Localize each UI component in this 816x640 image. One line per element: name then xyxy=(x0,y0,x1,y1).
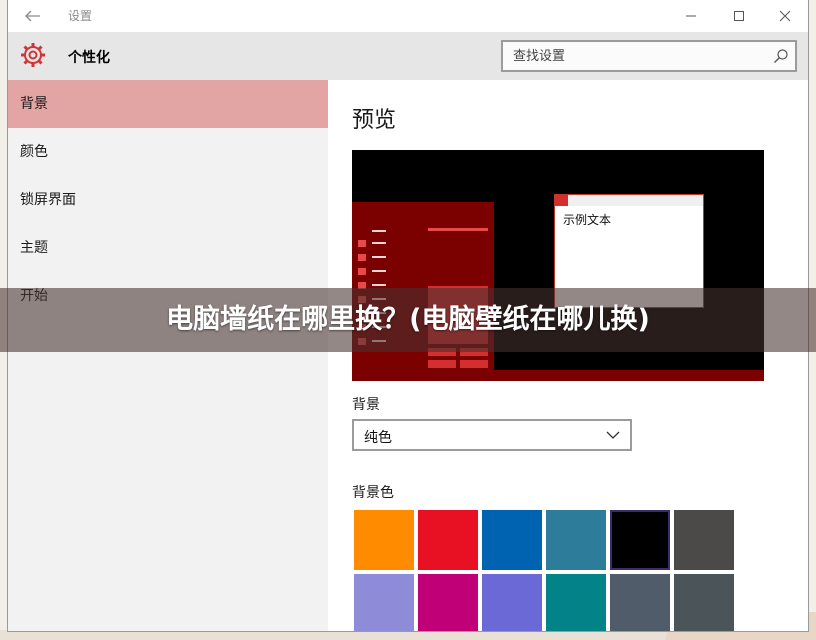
color-swatch[interactable] xyxy=(418,574,478,631)
close-icon xyxy=(779,10,791,22)
title-bar: 设置 xyxy=(8,0,808,32)
color-swatch[interactable] xyxy=(674,574,734,631)
page-title: 个性化 xyxy=(68,50,110,66)
color-swatch[interactable] xyxy=(546,510,606,570)
color-swatch[interactable] xyxy=(546,574,606,631)
color-swatch[interactable] xyxy=(674,510,734,570)
back-button[interactable] xyxy=(18,4,48,28)
gear-icon xyxy=(21,43,45,67)
preview-taskbar xyxy=(352,370,764,381)
minimize-icon xyxy=(686,15,696,17)
chevron-down-icon xyxy=(606,431,620,439)
maximize-icon xyxy=(734,11,744,21)
main-content: 预览 Aa 示例文本 xyxy=(328,80,808,631)
sidebar-item-lock-screen[interactable]: 锁屏界面 xyxy=(8,176,328,224)
background-dropdown[interactable]: 纯色 xyxy=(352,419,632,451)
color-swatch[interactable] xyxy=(354,510,414,570)
search-box[interactable] xyxy=(501,40,797,72)
arrow-left-icon xyxy=(25,10,40,22)
sidebar: 背景 颜色 锁屏界面 主题 开始 xyxy=(8,80,328,631)
window-title: 设置 xyxy=(68,9,93,23)
color-swatch[interactable] xyxy=(610,510,670,570)
color-swatch[interactable] xyxy=(482,574,542,631)
background-color-label: 背景色 xyxy=(352,485,394,501)
sidebar-item-background[interactable]: 背景 xyxy=(8,80,328,128)
preview-heading: 预览 xyxy=(352,108,397,133)
maximize-button[interactable] xyxy=(716,4,762,28)
minimize-button[interactable] xyxy=(668,4,714,28)
preview-sample-text: 示例文本 xyxy=(563,213,612,227)
overlay-banner: 电脑墙纸在哪里换？(电脑壁纸在哪儿换) xyxy=(0,288,816,352)
color-swatch[interactable] xyxy=(610,574,670,631)
search-input[interactable] xyxy=(503,42,763,70)
page-header: 个性化 xyxy=(8,32,808,80)
color-swatch[interactable] xyxy=(418,510,478,570)
sidebar-item-themes[interactable]: 主题 xyxy=(8,224,328,272)
close-button[interactable] xyxy=(762,4,808,28)
color-swatch[interactable] xyxy=(354,574,414,631)
background-dropdown-value: 纯色 xyxy=(364,430,392,446)
background-label: 背景 xyxy=(352,397,380,413)
sidebar-item-colors[interactable]: 颜色 xyxy=(8,128,328,176)
banner-text: 电脑墙纸在哪里换？(电脑壁纸在哪儿换) xyxy=(166,304,650,335)
color-swatch[interactable] xyxy=(482,510,542,570)
search-icon[interactable] xyxy=(773,48,789,64)
